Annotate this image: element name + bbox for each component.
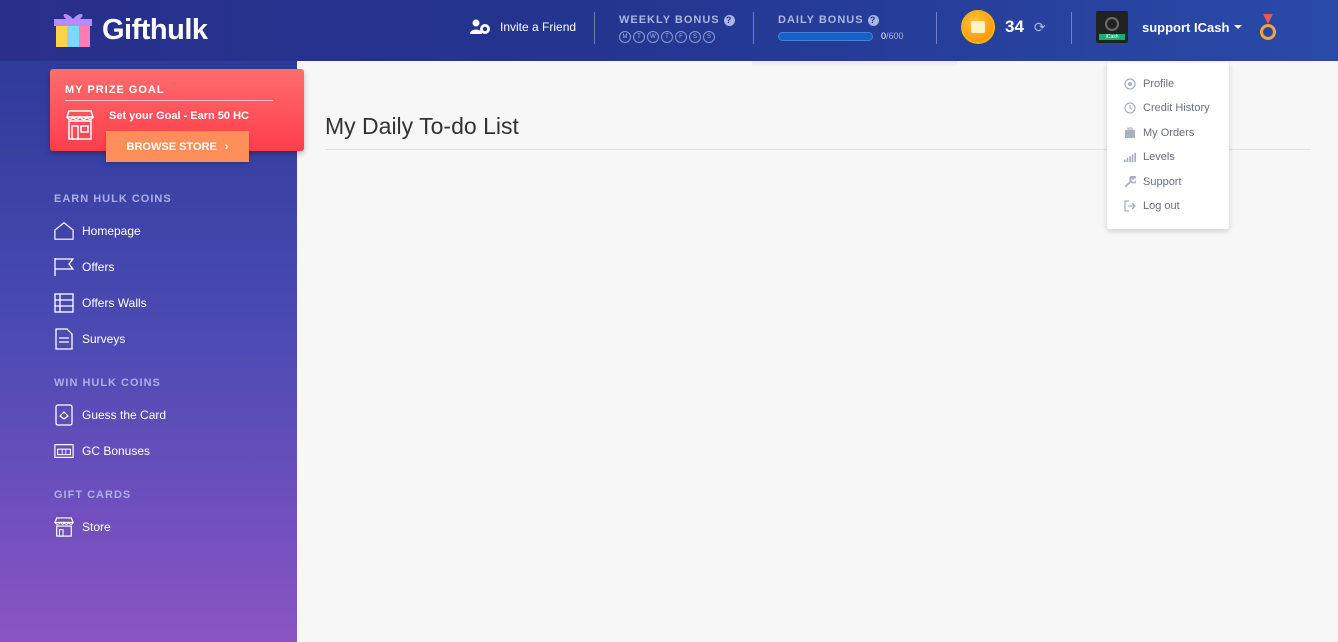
- day-dot: T: [633, 31, 645, 43]
- day-dot: W: [647, 31, 659, 43]
- flag-icon: [54, 256, 74, 278]
- page-title: My Daily To-do List: [325, 113, 519, 139]
- day-dot: S: [689, 31, 701, 43]
- target-icon: [1124, 78, 1136, 90]
- caret-down-icon: [1234, 25, 1243, 29]
- daily-progress-bar: [778, 31, 873, 41]
- store-icon: [65, 110, 95, 140]
- daily-progress-text: 0/600: [881, 31, 904, 41]
- prize-goal-subtitle: Set your Goal - Earn 50 HC: [109, 110, 249, 122]
- coin-balance[interactable]: 34 ⟳: [961, 10, 1046, 44]
- username[interactable]: support ICash: [1142, 20, 1243, 35]
- sidebar-item-label: Offers: [82, 260, 115, 274]
- chevron-right-icon: ›: [224, 140, 229, 153]
- home-icon: [54, 220, 74, 242]
- sidebar-item-homepage[interactable]: Homepage: [54, 220, 141, 242]
- wrench-icon: [1124, 176, 1136, 188]
- weekly-days: M T W T F S S: [619, 31, 735, 43]
- sidebar-item-surveys[interactable]: Surveys: [54, 328, 125, 350]
- refresh-icon[interactable]: ⟳: [1034, 19, 1046, 36]
- menu-item-label: My Orders: [1143, 127, 1195, 139]
- card-icon: [54, 404, 74, 426]
- briefcase-icon: [1124, 127, 1136, 139]
- sidebar-item-label: Store: [82, 520, 111, 534]
- header-divider: [594, 12, 595, 44]
- coin-icon: [961, 10, 995, 44]
- sidebar-item-offers-walls[interactable]: Offers Walls: [54, 292, 147, 314]
- menu-item-profile[interactable]: Profile: [1124, 78, 1174, 90]
- top-header: Gifthulk Invite a Friend WEEKLY BONUS ? …: [0, 0, 1338, 61]
- menu-item-label: Levels: [1143, 151, 1175, 163]
- day-dot: S: [703, 31, 715, 43]
- daily-bonus-label: DAILY BONUS: [778, 14, 864, 26]
- menu-item-label: Support: [1143, 176, 1182, 188]
- avatar-label: ICash: [1099, 34, 1125, 40]
- user-menu[interactable]: ICash support ICash: [1096, 11, 1243, 43]
- store-icon: [54, 516, 74, 538]
- browse-store-label: BROWSE STORE: [126, 140, 217, 153]
- section-gift-cards: GIFT CARDS: [54, 489, 132, 501]
- day-dot: M: [619, 31, 631, 43]
- coin-count: 34: [1005, 17, 1024, 36]
- browse-store-button[interactable]: BROWSE STORE ›: [106, 131, 249, 162]
- medal-icon[interactable]: [1260, 14, 1276, 42]
- help-icon[interactable]: ?: [723, 14, 735, 26]
- menu-item-my-orders[interactable]: My Orders: [1124, 127, 1194, 139]
- weekly-bonus-label: WEEKLY BONUS: [619, 14, 720, 26]
- logout-icon: [1124, 200, 1136, 212]
- invite-friend-label: Invite a Friend: [500, 20, 577, 34]
- prize-goal-title: MY PRIZE GOAL: [65, 84, 165, 96]
- menu-item-log-out[interactable]: Log out: [1124, 200, 1180, 212]
- day-dot: F: [675, 31, 687, 43]
- avatar: ICash: [1096, 11, 1128, 43]
- sidebar-item-gc-bonuses[interactable]: GC Bonuses: [54, 440, 150, 462]
- sidebar-item-store[interactable]: Store: [54, 516, 111, 538]
- prize-goal-card[interactable]: MY PRIZE GOAL Set your Goal - Earn 50 HC…: [50, 69, 304, 162]
- signal-icon: [1124, 151, 1136, 163]
- section-win-hulk-coins: WIN HULK COINS: [54, 377, 161, 389]
- sidebar-item-label: Homepage: [82, 224, 141, 238]
- menu-item-label: Log out: [1143, 200, 1180, 212]
- header-divider: [936, 12, 937, 44]
- add-user-icon: [470, 19, 490, 34]
- sidebar-item-offers[interactable]: Offers: [54, 256, 114, 278]
- ticket-icon: [54, 440, 74, 462]
- day-dot: T: [661, 31, 673, 43]
- brand-name: Gifthulk: [102, 13, 208, 46]
- user-dropdown-menu: Profile Credit History My Orders Levels …: [1107, 62, 1229, 229]
- sidebar: MY PRIZE GOAL Set your Goal - Earn 50 HC…: [0, 61, 304, 642]
- menu-item-support[interactable]: Support: [1124, 176, 1182, 188]
- sidebar-item-label: Offers Walls: [82, 296, 147, 310]
- divider: [65, 100, 273, 101]
- header-divider: [1071, 12, 1072, 44]
- sidebar-item-label: Guess the Card: [82, 408, 167, 422]
- menu-item-label: Credit History: [1143, 102, 1210, 114]
- daily-shadow: [752, 61, 957, 67]
- gift-logo-icon: [54, 14, 92, 47]
- menu-item-label: Profile: [1143, 78, 1175, 90]
- sidebar-item-label: GC Bonuses: [82, 444, 151, 458]
- header-divider: [753, 12, 754, 44]
- help-icon[interactable]: ?: [867, 14, 879, 26]
- menu-item-levels[interactable]: Levels: [1124, 151, 1175, 163]
- sidebar-item-guess-the-card[interactable]: Guess the Card: [54, 404, 166, 426]
- sidebar-item-label: Surveys: [82, 332, 126, 346]
- invite-friend-link[interactable]: Invite a Friend: [470, 19, 576, 35]
- clock-icon: [1124, 102, 1136, 114]
- section-earn-hulk-coins: EARN HULK COINS: [54, 193, 172, 205]
- document-icon: [54, 328, 74, 350]
- menu-item-credit-history[interactable]: Credit History: [1124, 102, 1210, 114]
- weekly-bonus[interactable]: WEEKLY BONUS ? M T W T F S S: [619, 14, 735, 43]
- daily-bonus[interactable]: DAILY BONUS ? 0/600: [778, 14, 904, 41]
- list-icon: [54, 292, 74, 314]
- logo[interactable]: Gifthulk: [54, 11, 208, 49]
